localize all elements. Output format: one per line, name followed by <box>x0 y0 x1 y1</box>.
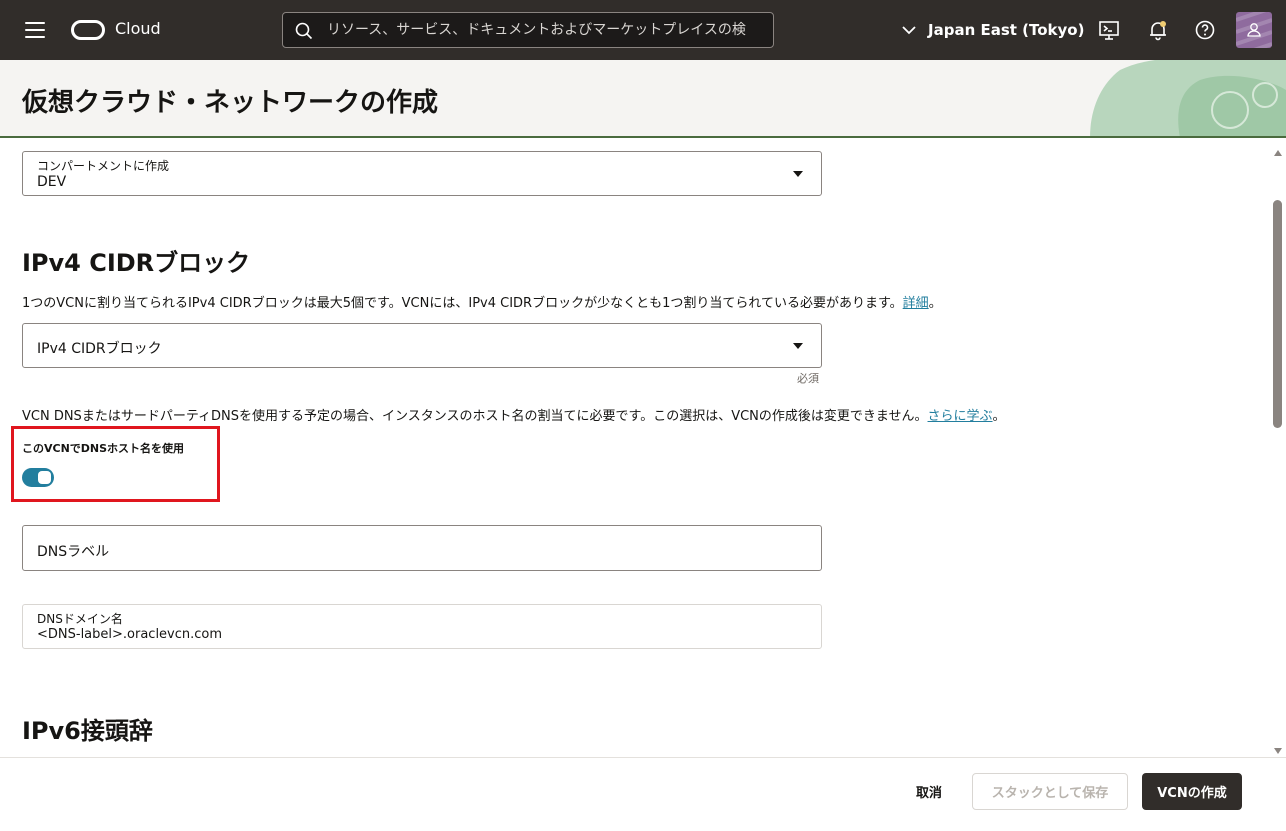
ipv6-heading: IPv6接頭辞 <box>22 717 153 745</box>
chevron-down-icon <box>902 26 916 35</box>
cloud-shell-icon[interactable] <box>1097 18 1121 42</box>
dns-domain-value: <DNS-label>.oraclevcn.com <box>37 627 223 642</box>
ipv4-help-body: 1つのVCNに割り当てられるIPv4 CIDRブロックは最大5個です。VCNには… <box>22 296 903 311</box>
form-content: コンパートメントに作成 DEV IPv4 CIDRブロック 1つのVCNに割り当… <box>0 138 1270 758</box>
compartment-select[interactable]: コンパートメントに作成 DEV <box>22 151 822 196</box>
search-box[interactable] <box>282 12 774 48</box>
header-decoration <box>1090 60 1286 138</box>
dns-hostname-toggle[interactable] <box>22 468 54 487</box>
page-header: 仮想クラウド・ネットワークの作成 <box>0 60 1286 138</box>
caret-down-icon <box>793 171 803 177</box>
help-icon[interactable] <box>1193 18 1217 42</box>
toggle-knob <box>38 471 51 484</box>
region-label: Japan East (Tokyo) <box>928 21 1085 39</box>
search-input[interactable] <box>327 13 767 47</box>
highlight-box <box>11 426 220 502</box>
scroll-up-icon[interactable] <box>1274 150 1282 156</box>
dns-label-input[interactable]: DNSラベル <box>22 525 822 571</box>
page-title: 仮想クラウド・ネットワークの作成 <box>22 88 439 118</box>
cancel-button[interactable]: 取消 <box>900 773 958 810</box>
dns-label-placeholder: DNSラベル <box>37 544 110 560</box>
dns-domain-field: DNSドメイン名 <DNS-label>.oraclevcn.com <box>22 604 822 649</box>
ipv4-help-suffix: 。 <box>928 296 942 311</box>
user-avatar[interactable] <box>1236 12 1272 48</box>
ipv4-cidr-placeholder: IPv4 CIDRブロック <box>37 341 162 357</box>
dns-help-body: VCN DNSまたはサードパーティDNSを使用する予定の場合、インスタンスのホス… <box>22 409 928 424</box>
dns-help-suffix: 。 <box>992 409 1006 424</box>
brand-name[interactable]: Cloud <box>115 19 161 38</box>
compartment-value: DEV <box>37 174 67 190</box>
dns-domain-label: DNSドメイン名 <box>37 612 123 626</box>
ipv4-learn-more-link[interactable]: 詳細 <box>903 296 929 311</box>
save-as-stack-button[interactable]: スタックとして保存 <box>972 773 1128 810</box>
region-selector[interactable]: Japan East (Tokyo) <box>902 18 1084 42</box>
ipv4-help-text: 1つのVCNに割り当てられるIPv4 CIDRブロックは最大5個です。VCNには… <box>22 292 942 311</box>
user-icon <box>1236 12 1272 48</box>
compartment-label: コンパートメントに作成 <box>37 159 170 173</box>
ipv4-heading: IPv4 CIDRブロック <box>22 249 251 277</box>
notification-bell-icon[interactable] <box>1146 18 1170 42</box>
scroll-thumb[interactable] <box>1273 200 1282 428</box>
dns-hostname-toggle-label: このVCNでDNSホスト名を使用 <box>22 442 185 455</box>
top-bar: Cloud Japan East (Tokyo) <box>0 0 1286 60</box>
scrollbar[interactable] <box>1270 145 1286 757</box>
footer-bar: 取消 スタックとして保存 VCNの作成 <box>0 757 1286 831</box>
dns-learn-more-link[interactable]: さらに学ぶ <box>928 409 993 424</box>
required-label: 必須 <box>797 372 819 385</box>
oracle-logo-icon[interactable] <box>71 20 105 40</box>
menu-icon[interactable] <box>25 22 45 38</box>
caret-down-icon <box>793 343 803 349</box>
dns-help-text: VCN DNSまたはサードパーティDNSを使用する予定の場合、インスタンスのホス… <box>22 405 1006 424</box>
create-vcn-button[interactable]: VCNの作成 <box>1142 773 1242 810</box>
ipv4-cidr-select[interactable]: IPv4 CIDRブロック <box>22 323 822 368</box>
scroll-down-icon[interactable] <box>1274 748 1282 754</box>
search-icon <box>295 22 313 40</box>
